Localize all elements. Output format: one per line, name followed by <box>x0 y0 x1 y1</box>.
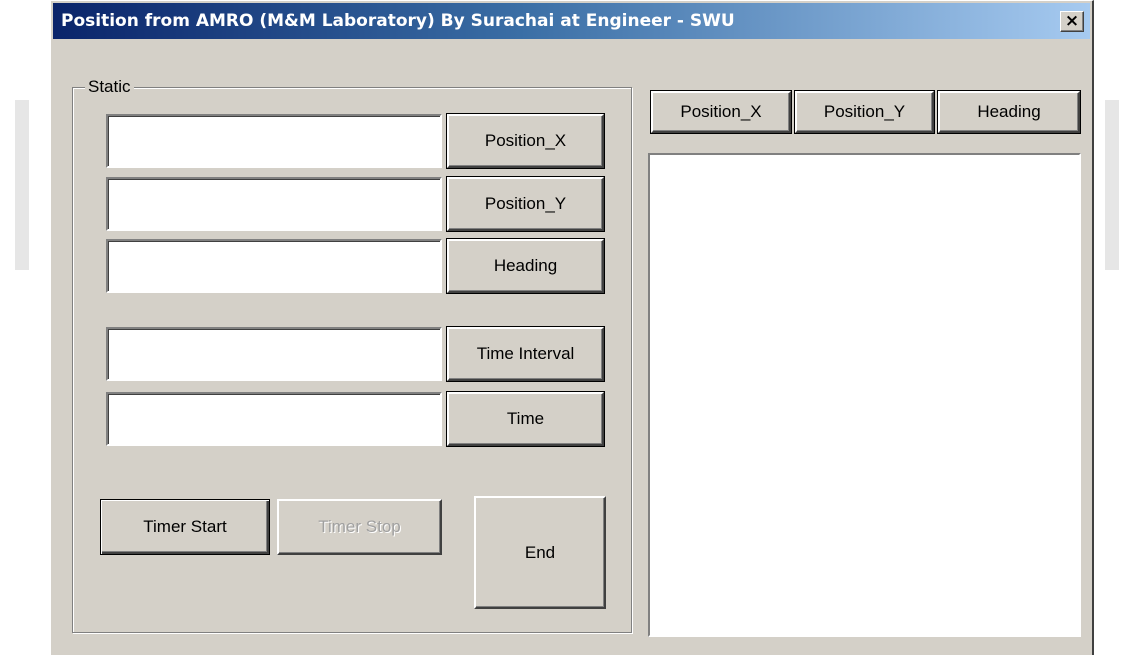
time-interval-field[interactable] <box>106 327 442 381</box>
timer-stop-button[interactable]: Timer Stop <box>277 499 442 555</box>
time-field[interactable] <box>106 392 442 446</box>
end-button[interactable]: End <box>474 496 606 609</box>
close-icon: × <box>1064 11 1080 31</box>
timer-start-button[interactable]: Timer Start <box>100 499 270 555</box>
time-button[interactable]: Time <box>446 391 605 447</box>
title-bar: Position from AMRO (M&M Laboratory) By S… <box>53 3 1090 39</box>
dialog-window: Position from AMRO (M&M Laboratory) By S… <box>50 0 1094 655</box>
time-interval-button[interactable]: Time Interval <box>446 326 605 382</box>
group-label: Static <box>85 77 134 97</box>
list-header-position-y[interactable]: Position_Y <box>794 90 935 134</box>
window-title: Position from AMRO (M&M Laboratory) By S… <box>61 11 735 31</box>
list-header-heading[interactable]: Heading <box>937 90 1081 134</box>
position-list-box[interactable] <box>648 153 1081 637</box>
heading-field[interactable] <box>106 239 442 293</box>
position-y-button[interactable]: Position_Y <box>446 176 605 232</box>
position-x-field[interactable] <box>106 114 442 168</box>
position-x-button[interactable]: Position_X <box>446 113 605 169</box>
close-button[interactable]: × <box>1060 11 1084 32</box>
list-header-position-x[interactable]: Position_X <box>650 90 792 134</box>
heading-button[interactable]: Heading <box>446 238 605 294</box>
position-y-field[interactable] <box>106 177 442 231</box>
